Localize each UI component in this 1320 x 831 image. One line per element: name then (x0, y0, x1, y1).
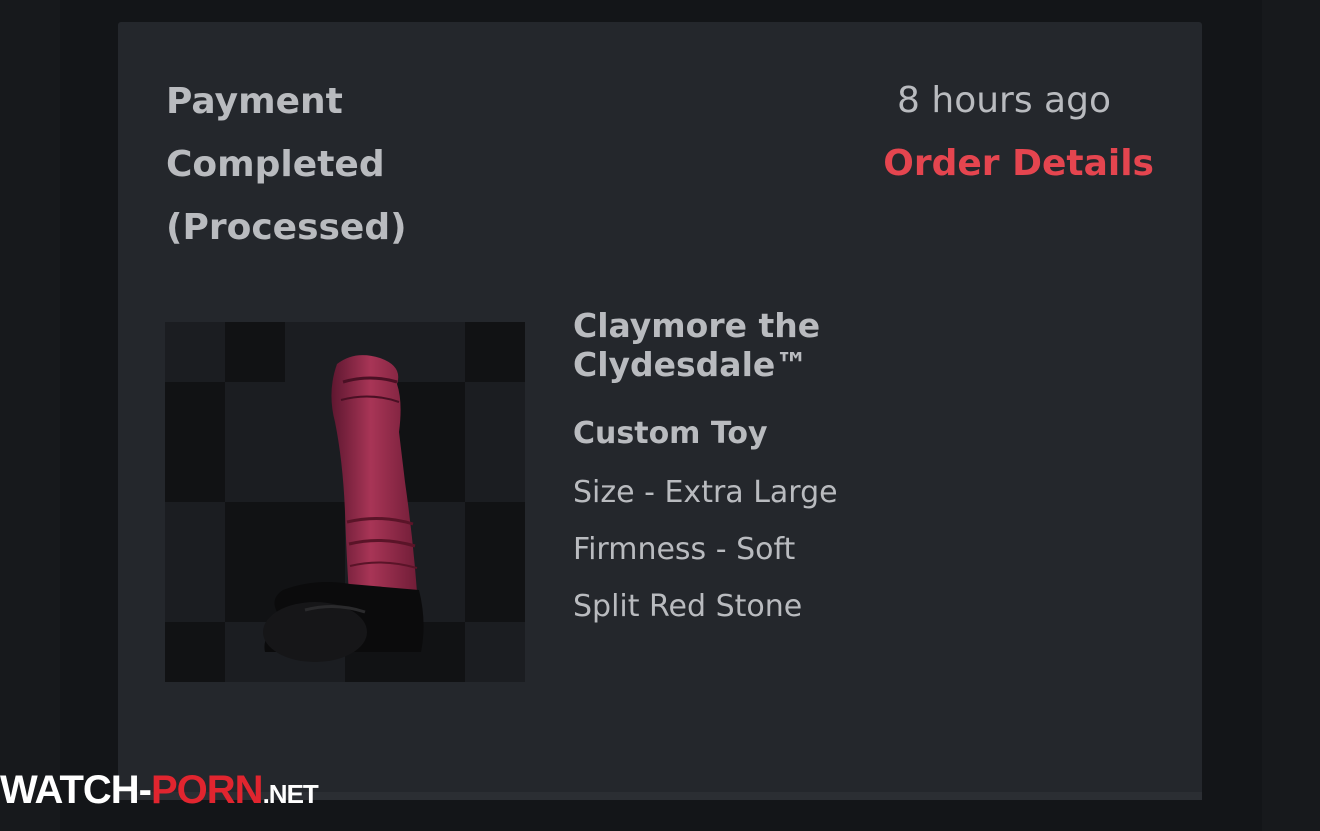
product-image (263, 355, 424, 662)
watermark-part: PORN (151, 768, 264, 812)
product-name-line: Claymore the (573, 306, 821, 345)
product-thumbnail[interactable] (165, 322, 525, 682)
order-timestamp: 8 hours ago (897, 80, 1111, 121)
order-details-link[interactable]: Order Details (883, 135, 1154, 193)
order-status-line: (Processed) (166, 207, 407, 248)
watermark-logo: WATCH-PORN.NET (0, 765, 319, 819)
order-status-line: Payment (166, 81, 343, 122)
product-option-color: Split Red Stone (573, 589, 803, 624)
page-frame-left (0, 0, 60, 831)
product-name: Claymore the Clydesdale™ (573, 306, 903, 384)
product-option-size: Size - Extra Large (573, 475, 838, 510)
watermark-part: .NET (262, 779, 319, 809)
product-type: Custom Toy (573, 416, 768, 451)
product-name-line: Clydesdale™ (573, 345, 809, 384)
product-option-firmness: Firmness - Soft (573, 532, 796, 567)
order-status: Payment Completed (Processed) (166, 70, 466, 259)
order-status-line: Completed (166, 144, 385, 185)
page-frame-right (1262, 0, 1320, 831)
order-card: Payment Completed (Processed) 8 hours ag… (118, 22, 1202, 800)
watermark-part: WATCH- (0, 768, 152, 812)
